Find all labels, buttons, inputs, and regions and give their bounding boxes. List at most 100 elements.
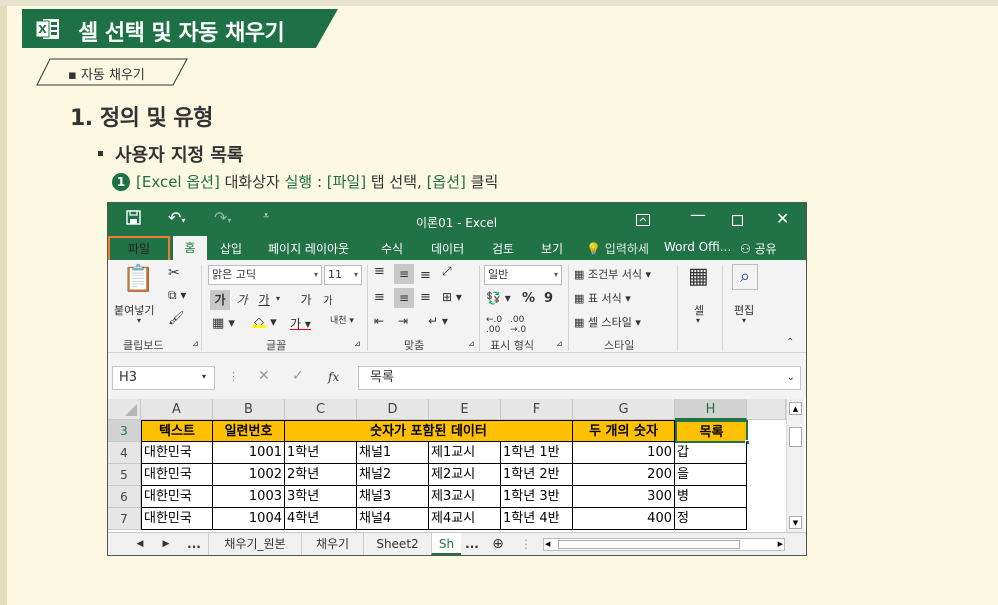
italic-button[interactable]: 가 xyxy=(232,290,252,310)
font-name-combo[interactable]: 맑은 고딕 ▾ xyxy=(208,265,322,285)
tab-formulas[interactable]: 수식 xyxy=(381,240,403,257)
align-middle-icon[interactable]: ≡ xyxy=(394,264,414,284)
next-sheet-icon[interactable]: ▶ xyxy=(160,533,172,555)
cell-a3[interactable]: 텍스트 xyxy=(141,420,213,442)
share-button[interactable]: ⚇ 공유 xyxy=(740,240,777,257)
prev-sheet-icon[interactable]: ◀ xyxy=(134,533,146,555)
cell-c5[interactable]: 2학년 xyxy=(285,464,357,486)
cell-styles-button[interactable]: ▦ 셀 스타일 ▾ xyxy=(574,314,641,330)
collapse-ribbon-icon[interactable]: ⌃ xyxy=(786,337,794,348)
column-header[interactable]: B xyxy=(213,399,285,420)
cell-g3[interactable]: 두 개의 숫자 xyxy=(573,420,675,442)
minimize-icon[interactable]: — xyxy=(690,205,706,224)
row-header[interactable]: 6 xyxy=(108,486,141,508)
clipboard-launcher-icon[interactable]: ⊿ xyxy=(192,339,199,348)
cell-g5[interactable]: 200 xyxy=(573,464,675,486)
cell-a7[interactable]: 대한민국 xyxy=(141,508,213,530)
scroll-down-icon[interactable]: ▼ xyxy=(789,516,802,529)
ribbon-display-options-icon[interactable] xyxy=(636,211,650,230)
borders-icon[interactable]: ▦ ▾ xyxy=(212,316,235,331)
number-launcher-icon[interactable]: ⊿ xyxy=(556,339,563,348)
comma-button[interactable]: 9 xyxy=(544,291,553,306)
column-header[interactable]: A xyxy=(141,399,213,420)
h-scroll-thumb[interactable] xyxy=(558,540,740,549)
tab-view[interactable]: 보기 xyxy=(541,240,563,257)
horizontal-scrollbar[interactable]: ◀ ▶ xyxy=(543,538,785,551)
percent-button[interactable]: % xyxy=(522,291,535,306)
paste-button-label[interactable]: 붙여넣기 xyxy=(114,302,154,318)
merge-center-icon[interactable]: ⊞ ▾ xyxy=(442,290,462,304)
cell-d4[interactable]: 채널1 xyxy=(357,442,429,464)
scroll-left-icon[interactable]: ◀ xyxy=(545,539,550,550)
tell-me-box[interactable]: 💡 입력하세 xyxy=(586,240,649,257)
cell-h6[interactable]: 병 xyxy=(675,486,747,508)
cell-f7[interactable]: 1학년 4반 xyxy=(501,508,573,530)
sheet-tab[interactable]: 채우기_원본 xyxy=(208,533,301,555)
cell-g6[interactable]: 300 xyxy=(573,486,675,508)
cell-h7[interactable]: 정 xyxy=(675,508,747,530)
align-bottom-icon[interactable]: ≡ xyxy=(420,268,431,283)
cell-e5[interactable]: 제2교시 xyxy=(429,464,501,486)
cell-a5[interactable]: 대한민국 xyxy=(141,464,213,486)
drag-handle-icon[interactable]: ⋮ xyxy=(228,370,239,383)
cell-d7[interactable]: 채널4 xyxy=(357,508,429,530)
column-header[interactable]: I xyxy=(747,399,786,420)
number-format-combo[interactable]: 일반 ▾ xyxy=(484,265,562,285)
cell-b7[interactable]: 1004 xyxy=(213,508,285,530)
row-header-selected[interactable]: 3 xyxy=(108,420,141,442)
copy-icon[interactable]: ⧉ ▾ xyxy=(168,288,186,303)
font-color-icon[interactable]: 가 ▾ xyxy=(290,315,311,332)
increase-indent-icon[interactable]: ⇥ xyxy=(398,314,408,328)
tab-review[interactable]: 검토 xyxy=(492,240,514,257)
cell-e7[interactable]: 제4교시 xyxy=(429,508,501,530)
column-header[interactable]: D xyxy=(357,399,429,420)
underline-dropdown-icon[interactable]: ▾ xyxy=(276,294,280,303)
column-header-selected[interactable]: H xyxy=(675,399,747,420)
fill-color-icon[interactable]: ◇ ▾ xyxy=(252,315,277,330)
redo-icon[interactable]: ↷▾ xyxy=(214,208,231,227)
tab-split-handle[interactable]: ⋮ xyxy=(520,533,532,555)
cell-g4[interactable]: 100 xyxy=(573,442,675,464)
row-header[interactable]: 7 xyxy=(108,508,141,530)
orientation-icon[interactable]: ⤢ xyxy=(442,264,452,279)
sheet-tab[interactable]: Sheet2 xyxy=(363,533,431,555)
cell-d6[interactable]: 채널3 xyxy=(357,486,429,508)
save-icon[interactable] xyxy=(126,210,141,229)
cell-g7[interactable]: 400 xyxy=(573,508,675,530)
row-header[interactable]: 4 xyxy=(108,442,141,464)
cell-b3[interactable]: 일련번호 xyxy=(213,420,285,442)
cell-e4[interactable]: 제1교시 xyxy=(429,442,501,464)
cell-b4[interactable]: 1001 xyxy=(213,442,285,464)
vertical-scrollbar[interactable]: ▲ ▼ xyxy=(786,399,804,532)
cell-f4[interactable]: 1학년 1반 xyxy=(501,442,573,464)
phonetic-button[interactable]: 내천 ▾ xyxy=(330,313,354,326)
align-top-icon[interactable]: ≡ xyxy=(374,264,385,279)
currency-icon[interactable]: 💱 ▾ xyxy=(486,291,511,305)
tab-word-office[interactable]: Word Offi... xyxy=(664,240,731,254)
cell-h3-active[interactable]: 목록 xyxy=(675,420,748,443)
align-right-icon[interactable]: ≡ xyxy=(420,290,431,305)
sheet-tab-active[interactable]: Sh xyxy=(431,533,461,555)
font-size-combo[interactable]: 11 ▾ xyxy=(324,265,362,285)
increase-decimal-icon[interactable]: ←.0.00 xyxy=(486,315,502,335)
row-header[interactable]: 5 xyxy=(108,464,141,486)
undo-icon[interactable]: ↶▾ xyxy=(168,208,185,227)
tab-file[interactable]: 파일 xyxy=(108,236,170,262)
scroll-thumb[interactable] xyxy=(789,427,802,447)
cell-a6[interactable]: 대한민국 xyxy=(141,486,213,508)
underline-button[interactable]: 가 xyxy=(254,290,274,310)
bold-button[interactable]: 가 xyxy=(210,290,230,310)
tab-home[interactable]: 홈 xyxy=(173,236,207,260)
cell-a4[interactable]: 대한민국 xyxy=(141,442,213,464)
cut-icon[interactable]: ✂ xyxy=(168,265,180,281)
cell-f6[interactable]: 1학년 3반 xyxy=(501,486,573,508)
align-launcher-icon[interactable]: ⊿ xyxy=(468,339,475,348)
tab-data[interactable]: 데이터 xyxy=(431,240,464,257)
cell-d5[interactable]: 채널2 xyxy=(357,464,429,486)
paste-dropdown-icon[interactable]: ▾ xyxy=(137,316,141,325)
insert-function-icon[interactable]: fx xyxy=(328,370,339,384)
cancel-entry-icon[interactable]: ✕ xyxy=(258,368,270,384)
cell-c6[interactable]: 3학년 xyxy=(285,486,357,508)
formula-input[interactable]: 목록 ⌄ xyxy=(358,366,801,390)
worksheet-grid[interactable]: A B C D E F G H I 3 4 5 6 7 텍스트 일련번호 숫자가… xyxy=(108,399,806,532)
